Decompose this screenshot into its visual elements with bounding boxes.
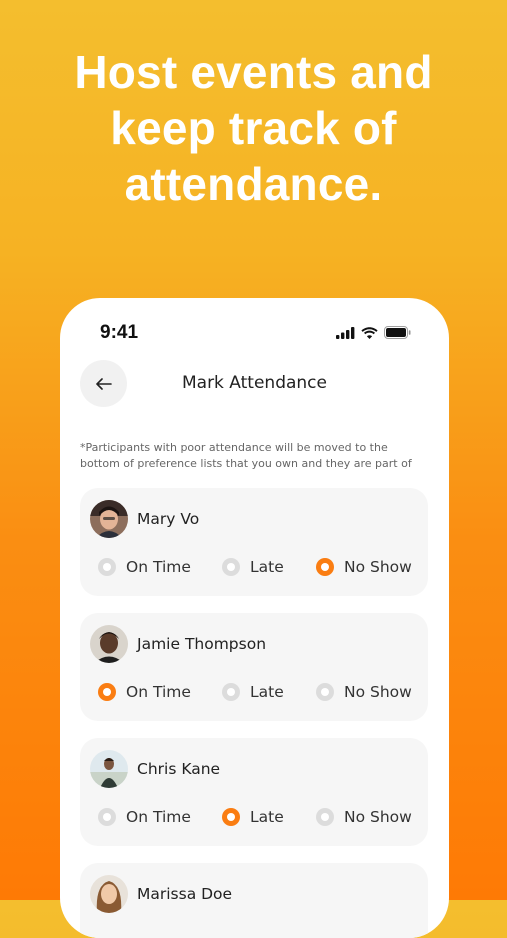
nav-bar: Mark Attendance — [60, 358, 449, 412]
option-late[interactable]: Late — [222, 556, 284, 578]
phone-screen: 9:41 Mark Attendance *Participants with … — [60, 298, 449, 938]
participant-card: Mary Vo On Time Late No Show — [80, 488, 428, 596]
radio-selected[interactable] — [98, 683, 116, 701]
option-on-time[interactable]: On Time — [98, 556, 191, 578]
radio-selected[interactable] — [222, 808, 240, 826]
avatar — [90, 750, 128, 788]
participant-card: Jamie Thompson On Time Late No Show — [80, 613, 428, 721]
avatar — [90, 875, 128, 913]
headline: Host events and keep track of attendance… — [0, 44, 507, 212]
participant-name: Mary Vo — [137, 510, 200, 528]
option-late[interactable]: Late — [222, 806, 284, 828]
battery-icon — [384, 326, 411, 339]
page-title: Mark Attendance — [181, 373, 327, 393]
avatar — [90, 500, 128, 538]
headline-line-2: keep track of — [110, 102, 397, 154]
participant-card: Marissa Doe — [80, 863, 428, 938]
option-label: Late — [250, 683, 284, 701]
radio-unselected[interactable] — [98, 808, 116, 826]
option-label: No Show — [344, 683, 412, 701]
headline-line-1: Host events and — [74, 46, 433, 98]
option-late[interactable]: Late — [222, 681, 284, 703]
radio-unselected[interactable] — [316, 808, 334, 826]
attendance-notice: *Participants with poor attendance will … — [80, 441, 412, 470]
participant-name: Jamie Thompson — [137, 635, 267, 653]
radio-unselected[interactable] — [316, 683, 334, 701]
radio-selected[interactable] — [316, 558, 334, 576]
option-no-show[interactable]: No Show — [316, 681, 412, 703]
option-label: Late — [250, 558, 284, 576]
participant-name: Marissa Doe — [137, 885, 233, 903]
option-on-time[interactable]: On Time — [98, 681, 191, 703]
option-no-show[interactable]: No Show — [316, 806, 412, 828]
headline-line-3: attendance. — [124, 158, 383, 210]
radio-unselected[interactable] — [222, 558, 240, 576]
option-on-time[interactable]: On Time — [98, 806, 191, 828]
status-time: 9:41 — [100, 322, 139, 343]
option-label: No Show — [344, 808, 412, 826]
radio-unselected[interactable] — [222, 683, 240, 701]
radio-unselected[interactable] — [98, 558, 116, 576]
wifi-icon — [361, 326, 378, 339]
signal-icon — [336, 326, 355, 339]
avatar — [90, 625, 128, 663]
participant-card: Chris Kane On Time Late No Show — [80, 738, 428, 846]
status-icons — [336, 326, 411, 339]
participant-name: Chris Kane — [137, 760, 221, 778]
option-label: On Time — [126, 558, 191, 576]
option-label: On Time — [126, 808, 191, 826]
option-no-show[interactable]: No Show — [316, 556, 412, 578]
option-label: Late — [250, 808, 284, 826]
option-label: On Time — [126, 683, 191, 701]
option-label: No Show — [344, 558, 412, 576]
